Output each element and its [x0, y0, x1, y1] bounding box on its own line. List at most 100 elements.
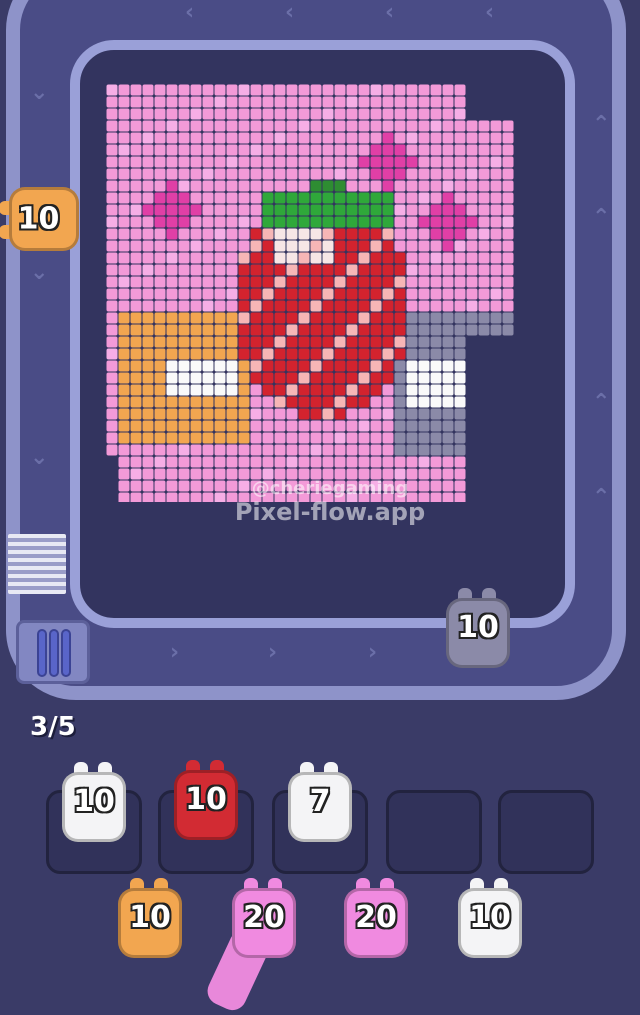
chevron-right-icon: ›: [368, 640, 378, 665]
pixel-cell: [226, 432, 238, 444]
pixel-cell: [166, 132, 178, 144]
pixel-cell: [430, 84, 442, 96]
pixel-cell: [322, 420, 334, 432]
pixel-cell: [106, 444, 118, 456]
pixel-cell: [394, 288, 406, 300]
pixel-cell: [502, 204, 514, 216]
pixel-cell: [286, 372, 298, 384]
pixel-cell: [130, 204, 142, 216]
shooter-count: 10: [73, 784, 115, 819]
pixel-cell: [238, 324, 250, 336]
pixel-cell: [382, 228, 394, 240]
pixel-cell: [106, 420, 118, 432]
slot-shooter-red[interactable]: 10: [170, 760, 242, 846]
pixel-cell: [394, 432, 406, 444]
pixel-cell: [466, 300, 478, 312]
dispenser[interactable]: [16, 620, 90, 684]
chevron-left-icon: ‹: [485, 0, 495, 25]
pixel-cell: [322, 276, 334, 288]
pixel-cell: [154, 96, 166, 108]
pixel-cell: [214, 408, 226, 420]
pixel-cell: [214, 204, 226, 216]
pixel-cell: [334, 264, 346, 276]
pixel-cell: [406, 396, 418, 408]
pixel-cell: [298, 312, 310, 324]
pixel-cell: [406, 96, 418, 108]
pixel-cell: [322, 444, 334, 456]
slot-shooter-white[interactable]: 7: [284, 762, 356, 848]
pixel-cell: [394, 300, 406, 312]
pixel-cell: [370, 384, 382, 396]
pixel-cell: [490, 204, 502, 216]
pixel-cell: [358, 360, 370, 372]
chevron-down-icon: ⌄: [30, 80, 49, 105]
pixel-cell: [202, 336, 214, 348]
pixel-cell: [310, 384, 322, 396]
shooter-count: 10: [185, 782, 227, 817]
pixel-cell: [226, 444, 238, 456]
pixel-cell: [106, 360, 118, 372]
pixel-art-board[interactable]: [106, 84, 514, 502]
pixel-cell: [118, 132, 130, 144]
pixel-cell: [274, 348, 286, 360]
pixel-cell: [214, 288, 226, 300]
pixel-cell: [106, 276, 118, 288]
pixel-cell: [370, 372, 382, 384]
pixel-cell: [250, 324, 262, 336]
bottom-shooter-white[interactable]: 10: [454, 878, 526, 964]
pixel-cell: [238, 216, 250, 228]
pixel-cell: [490, 144, 502, 156]
pixel-cell: [142, 288, 154, 300]
pixel-cell: [130, 456, 142, 468]
pixel-cell: [418, 456, 430, 468]
pixel-cell: [154, 204, 166, 216]
conveyor-shooter-orange[interactable]: 10: [0, 183, 85, 255]
pixel-cell: [250, 132, 262, 144]
pixel-cell: [310, 180, 322, 192]
pixel-cell: [298, 456, 310, 468]
pixel-cell: [142, 276, 154, 288]
pixel-cell: [250, 228, 262, 240]
pixel-cell: [142, 252, 154, 264]
pixel-cell: [370, 144, 382, 156]
pixel-cell: [382, 216, 394, 228]
pixel-cell: [490, 252, 502, 264]
pixel-cell: [226, 84, 238, 96]
pixel-cell: [334, 396, 346, 408]
pixel-cell: [106, 384, 118, 396]
pixel-cell: [322, 432, 334, 444]
pixel-cell: [394, 84, 406, 96]
bottom-shooter-pink[interactable]: 20: [228, 878, 300, 964]
pixel-cell: [238, 432, 250, 444]
conveyor-shooter-gray[interactable]: 10: [442, 588, 514, 674]
shooter-count: 10: [469, 900, 511, 935]
pixel-cell: [334, 420, 346, 432]
pixel-cell: [130, 168, 142, 180]
slot-4[interactable]: [386, 790, 482, 874]
pixel-cell: [274, 108, 286, 120]
bottom-shooter-pink[interactable]: 20: [340, 878, 412, 964]
pixel-cell: [346, 432, 358, 444]
pixel-cell: [178, 480, 190, 492]
pixel-cell: [406, 408, 418, 420]
pixel-cell: [466, 180, 478, 192]
pixel-cell: [106, 240, 118, 252]
pixel-cell: [250, 120, 262, 132]
pixel-cell: [226, 372, 238, 384]
pixel-cell: [274, 396, 286, 408]
pixel-cell: [346, 276, 358, 288]
pixel-cell: [454, 396, 466, 408]
slot-shooter-white[interactable]: 10: [58, 762, 130, 848]
pixel-cell: [418, 228, 430, 240]
pixel-cell: [334, 336, 346, 348]
pixel-cell: [382, 312, 394, 324]
pixel-cell: [166, 156, 178, 168]
pixel-cell: [334, 168, 346, 180]
pixel-cell: [214, 312, 226, 324]
pixel-cell: [262, 396, 274, 408]
bottom-shooter-orange[interactable]: 10: [114, 878, 186, 964]
slot-5[interactable]: [498, 790, 594, 874]
pixel-cell: [298, 372, 310, 384]
pixel-cell: [142, 396, 154, 408]
pixel-cell: [394, 408, 406, 420]
